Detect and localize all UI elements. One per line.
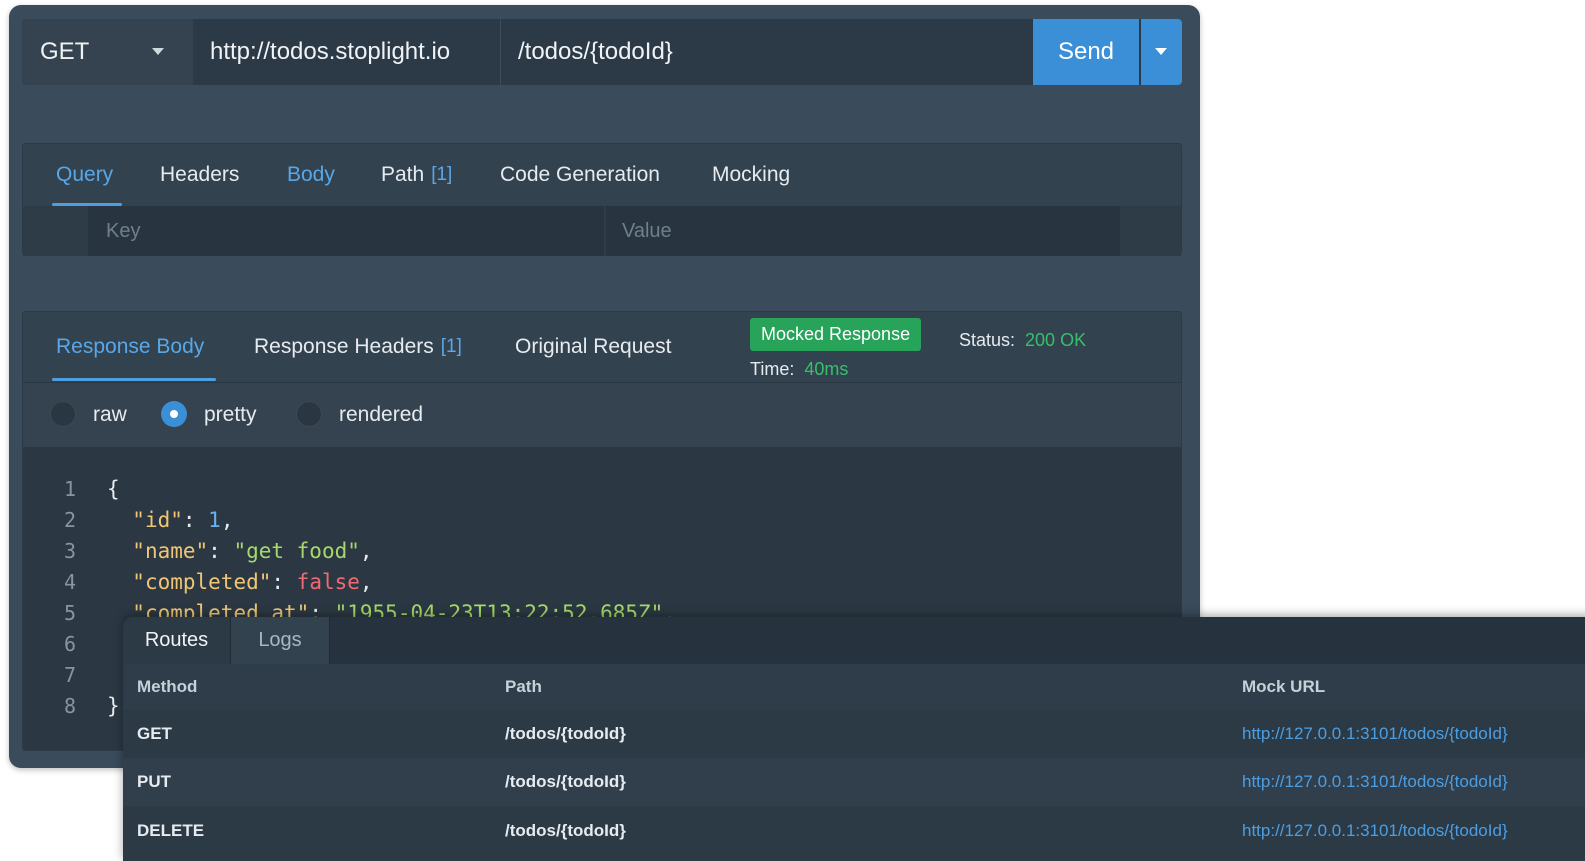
route-path: /todos/{todoId} — [505, 724, 626, 743]
table-row[interactable]: PUT /todos/{todoId} http://127.0.0.1:310… — [123, 758, 1585, 806]
mock-url-link[interactable]: http://127.0.0.1:3101/todos/{todoId} — [1242, 758, 1508, 806]
key-field[interactable]: Key — [88, 206, 604, 256]
time-label: Time: — [750, 359, 795, 379]
tab-response-body[interactable]: Response Body — [56, 312, 204, 382]
tab-query[interactable]: Query — [56, 144, 113, 206]
route-method: DELETE — [137, 821, 205, 840]
tab-label: Routes — [144, 629, 209, 651]
line-number: 2 — [63, 508, 76, 532]
json-value: 1 — [208, 508, 221, 532]
mock-url-link[interactable]: http://127.0.0.1:3101/todos/{todoId} — [1242, 710, 1508, 758]
tab-count: [1] — [431, 164, 453, 185]
table-row[interactable]: GET /todos/{todoId} http://127.0.0.1:310… — [123, 710, 1585, 758]
radio-rendered[interactable] — [296, 401, 322, 427]
line-number: 1 — [63, 477, 76, 501]
host-input[interactable]: http://todos.stoplight.io — [210, 19, 450, 85]
routes-table-header: Method Path Mock URL — [123, 664, 1585, 710]
json-key: "name" — [132, 539, 209, 563]
radio-label-rendered[interactable]: rendered — [339, 383, 423, 447]
tab-original-request[interactable]: Original Request — [515, 312, 671, 382]
tab-routes[interactable]: Routes — [123, 617, 231, 664]
route-path: /todos/{todoId} — [505, 772, 626, 791]
tab-count: [1] — [440, 336, 462, 357]
column-header-path: Path — [505, 677, 542, 696]
time-value: 40ms — [804, 359, 849, 379]
request-panel: Query Headers Body Path [1] Code Generat… — [22, 143, 1182, 256]
send-options-button[interactable] — [1141, 19, 1182, 85]
column-header-method: Method — [137, 677, 198, 696]
code-line: } — [107, 694, 120, 718]
key-placeholder: Key — [106, 219, 141, 242]
route-method: PUT — [137, 772, 171, 791]
method-select[interactable]: GET — [22, 19, 193, 85]
routes-panel: Routes Logs Method Path Mock URL GET /to… — [123, 617, 1585, 861]
route-method: GET — [137, 724, 172, 743]
status-label: Status: — [959, 330, 1016, 350]
response-tabs: Response Body Response Headers [1] Origi… — [23, 312, 1181, 382]
json-key: "id" — [132, 508, 183, 532]
line-number: 3 — [63, 539, 76, 563]
view-mode-selector: raw pretty rendered — [23, 382, 1181, 447]
code-line: { — [107, 477, 120, 501]
path-input[interactable]: /todos/{todoId} — [518, 19, 673, 85]
line-number: 5 — [63, 601, 76, 625]
status-value: 200 OK — [1025, 330, 1087, 350]
tab-label: Original Request — [515, 335, 672, 358]
json-value: false — [296, 570, 360, 594]
tab-body[interactable]: Body — [287, 144, 335, 206]
tab-response-headers[interactable]: Response Headers [1] — [254, 312, 462, 382]
query-param-row: Key Value — [23, 206, 1181, 256]
tab-label: Response Body — [56, 335, 205, 358]
active-tab-indicator — [52, 378, 216, 381]
value-field[interactable]: Value — [606, 206, 1120, 256]
line-number: 6 — [63, 632, 76, 656]
tab-logs[interactable]: Logs — [231, 617, 330, 664]
code-line: "completed": false, — [132, 570, 373, 594]
line-number: 7 — [63, 663, 76, 687]
tab-path[interactable]: Path [1] — [381, 144, 452, 206]
code-line: "name": "get food", — [132, 539, 373, 563]
tab-label: Logs — [258, 629, 302, 651]
tab-label: Query — [56, 163, 114, 186]
json-value: "get food" — [233, 539, 360, 563]
tab-mocking[interactable]: Mocking — [712, 144, 790, 206]
tab-label: Code Generation — [500, 163, 660, 186]
radio-pretty[interactable] — [161, 401, 187, 427]
radio-raw[interactable] — [50, 401, 76, 427]
chevron-down-icon — [1155, 48, 1167, 55]
table-row[interactable]: DELETE /todos/{todoId} http://127.0.0.1:… — [123, 807, 1585, 855]
mocked-response-badge: Mocked Response — [750, 318, 922, 351]
tab-label: Mocking — [712, 163, 791, 186]
radio-label-raw[interactable]: raw — [93, 383, 127, 447]
send-button[interactable]: Send — [1033, 19, 1139, 85]
divider — [500, 19, 501, 85]
tab-label: Headers — [160, 163, 240, 186]
json-key: "completed" — [132, 570, 272, 594]
line-number: 8 — [63, 694, 76, 718]
code-line: "id": 1, — [132, 508, 234, 532]
request-bar: GET http://todos.stoplight.io /todos/{to… — [22, 19, 1182, 85]
column-header-mock-url: Mock URL — [1242, 677, 1326, 696]
value-placeholder: Value — [622, 219, 672, 242]
route-path: /todos/{todoId} — [505, 821, 626, 840]
tab-label: Body — [287, 163, 335, 186]
radio-label-pretty[interactable]: pretty — [204, 383, 257, 447]
tab-label: Response Headers — [254, 335, 434, 358]
time-readout: Time: 40ms — [750, 359, 848, 380]
status-readout: Status: 200 OK — [959, 330, 1086, 351]
mock-url-link[interactable]: http://127.0.0.1:3101/todos/{todoId} — [1242, 807, 1508, 855]
routes-tabbar: Routes Logs — [123, 617, 1585, 664]
request-tabs: Query Headers Body Path [1] Code Generat… — [23, 144, 1181, 206]
method-label: GET — [40, 38, 90, 65]
tab-label: Path — [381, 163, 425, 186]
tab-code-generation[interactable]: Code Generation — [500, 144, 660, 206]
line-number: 4 — [63, 570, 76, 594]
chevron-down-icon — [152, 48, 164, 55]
tab-headers[interactable]: Headers — [160, 144, 239, 206]
